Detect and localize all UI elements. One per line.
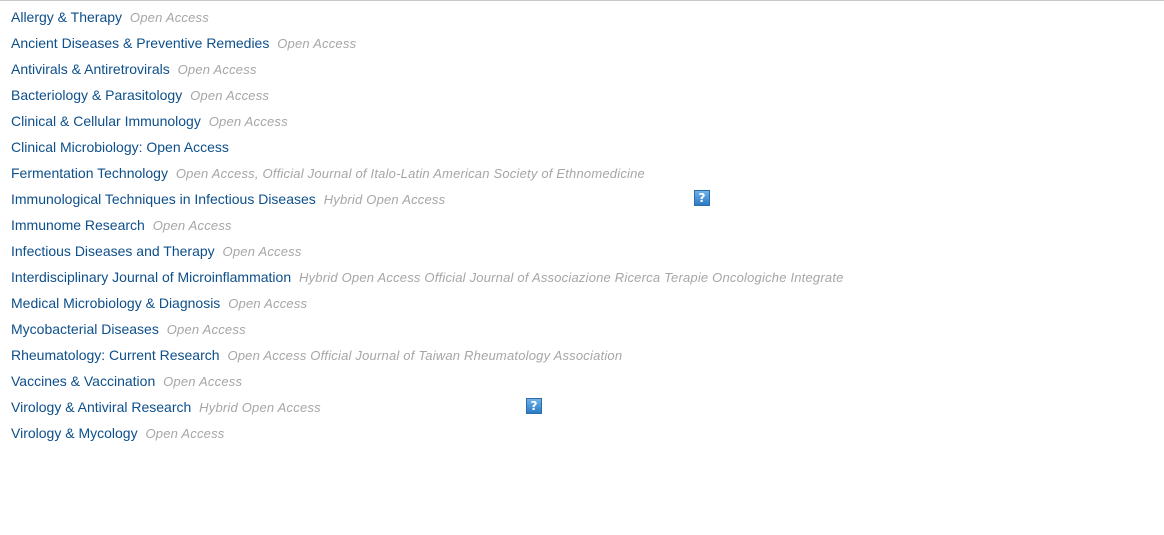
journal-link-medical-microbiology[interactable]: Medical Microbiology & Diagnosis xyxy=(11,295,220,311)
journal-link-ancient-diseases[interactable]: Ancient Diseases & Preventive Remedies xyxy=(11,35,269,51)
list-item: Medical Microbiology & Diagnosis Open Ac… xyxy=(11,293,1164,319)
journal-link-bacteriology[interactable]: Bacteriology & Parasitology xyxy=(11,87,182,103)
list-item: Interdisciplinary Journal of Microinflam… xyxy=(11,267,1164,293)
top-divider xyxy=(0,0,1164,1)
journal-link-immunological-techniques[interactable]: Immunological Techniques in Infectious D… xyxy=(11,191,316,207)
list-item: Vaccines & Vaccination Open Access xyxy=(11,371,1164,397)
access-note: Open Access xyxy=(208,114,288,129)
access-note: Open Access xyxy=(152,218,232,233)
access-note: Hybrid Open Access xyxy=(199,400,321,415)
journal-link-rheumatology[interactable]: Rheumatology: Current Research xyxy=(11,347,220,363)
journal-list: Allergy & Therapy Open Access Ancient Di… xyxy=(11,0,1164,449)
journal-page: Allergy & Therapy Open Access Ancient Di… xyxy=(0,0,1164,535)
access-note: Open Access, Official Journal of Italo-L… xyxy=(175,166,645,181)
list-item: Infectious Diseases and Therapy Open Acc… xyxy=(11,241,1164,267)
journal-link-vaccines-vaccination[interactable]: Vaccines & Vaccination xyxy=(11,373,155,389)
help-icon[interactable]: ? xyxy=(694,190,710,206)
help-icon[interactable]: ? xyxy=(526,398,542,414)
access-note: Hybrid Open Access xyxy=(323,192,446,207)
journal-link-antivirals[interactable]: Antivirals & Antiretrovirals xyxy=(11,61,170,77)
list-item: Virology & Mycology Open Access xyxy=(11,423,1164,449)
journal-link-infectious-diseases-therapy[interactable]: Infectious Diseases and Therapy xyxy=(11,243,215,259)
list-item: Virology & Antiviral Research Hybrid Ope… xyxy=(11,397,1164,423)
list-item: Antivirals & Antiretrovirals Open Access xyxy=(11,59,1164,85)
access-note: Open Access xyxy=(190,88,270,103)
journal-link-clinical-cellular-immunology[interactable]: Clinical & Cellular Immunology xyxy=(11,113,201,129)
access-note: Open Access xyxy=(228,296,308,311)
journal-link-virology-mycology[interactable]: Virology & Mycology xyxy=(11,425,138,441)
journal-link-mycobacterial-diseases[interactable]: Mycobacterial Diseases xyxy=(11,321,159,337)
list-item: Bacteriology & Parasitology Open Access xyxy=(11,85,1164,111)
list-item: Allergy & Therapy Open Access xyxy=(11,7,1164,33)
list-item: Clinical Microbiology: Open Access xyxy=(11,137,1164,163)
list-item: Clinical & Cellular Immunology Open Acce… xyxy=(11,111,1164,137)
list-item: Immunological Techniques in Infectious D… xyxy=(11,189,1164,215)
access-note: Open Access xyxy=(129,10,209,25)
access-note: Open Access xyxy=(222,244,302,259)
access-note: Open Access Official Journal of Taiwan R… xyxy=(227,348,623,363)
access-note: Hybrid Open Access Official Journal of A… xyxy=(299,270,844,285)
journal-link-immunome-research[interactable]: Immunome Research xyxy=(11,217,145,233)
list-item: Fermentation Technology Open Access, Off… xyxy=(11,163,1164,189)
journal-link-microinflammation[interactable]: Interdisciplinary Journal of Microinflam… xyxy=(11,269,291,285)
journal-link-virology-antiviral-research[interactable]: Virology & Antiviral Research xyxy=(11,399,191,415)
access-note: Open Access xyxy=(277,36,357,51)
journal-link-clinical-microbiology[interactable]: Clinical Microbiology: Open Access xyxy=(11,139,229,155)
list-item: Rheumatology: Current Research Open Acce… xyxy=(11,345,1164,371)
access-note: Open Access xyxy=(177,62,257,77)
list-item: Ancient Diseases & Preventive Remedies O… xyxy=(11,33,1164,59)
access-note: Open Access xyxy=(145,426,225,441)
access-note: Open Access xyxy=(163,374,243,389)
access-note: Open Access xyxy=(166,322,246,337)
journal-link-allergy-therapy[interactable]: Allergy & Therapy xyxy=(11,9,122,25)
list-item: Mycobacterial Diseases Open Access xyxy=(11,319,1164,345)
list-item: Immunome Research Open Access xyxy=(11,215,1164,241)
journal-link-fermentation-technology[interactable]: Fermentation Technology xyxy=(11,165,168,181)
